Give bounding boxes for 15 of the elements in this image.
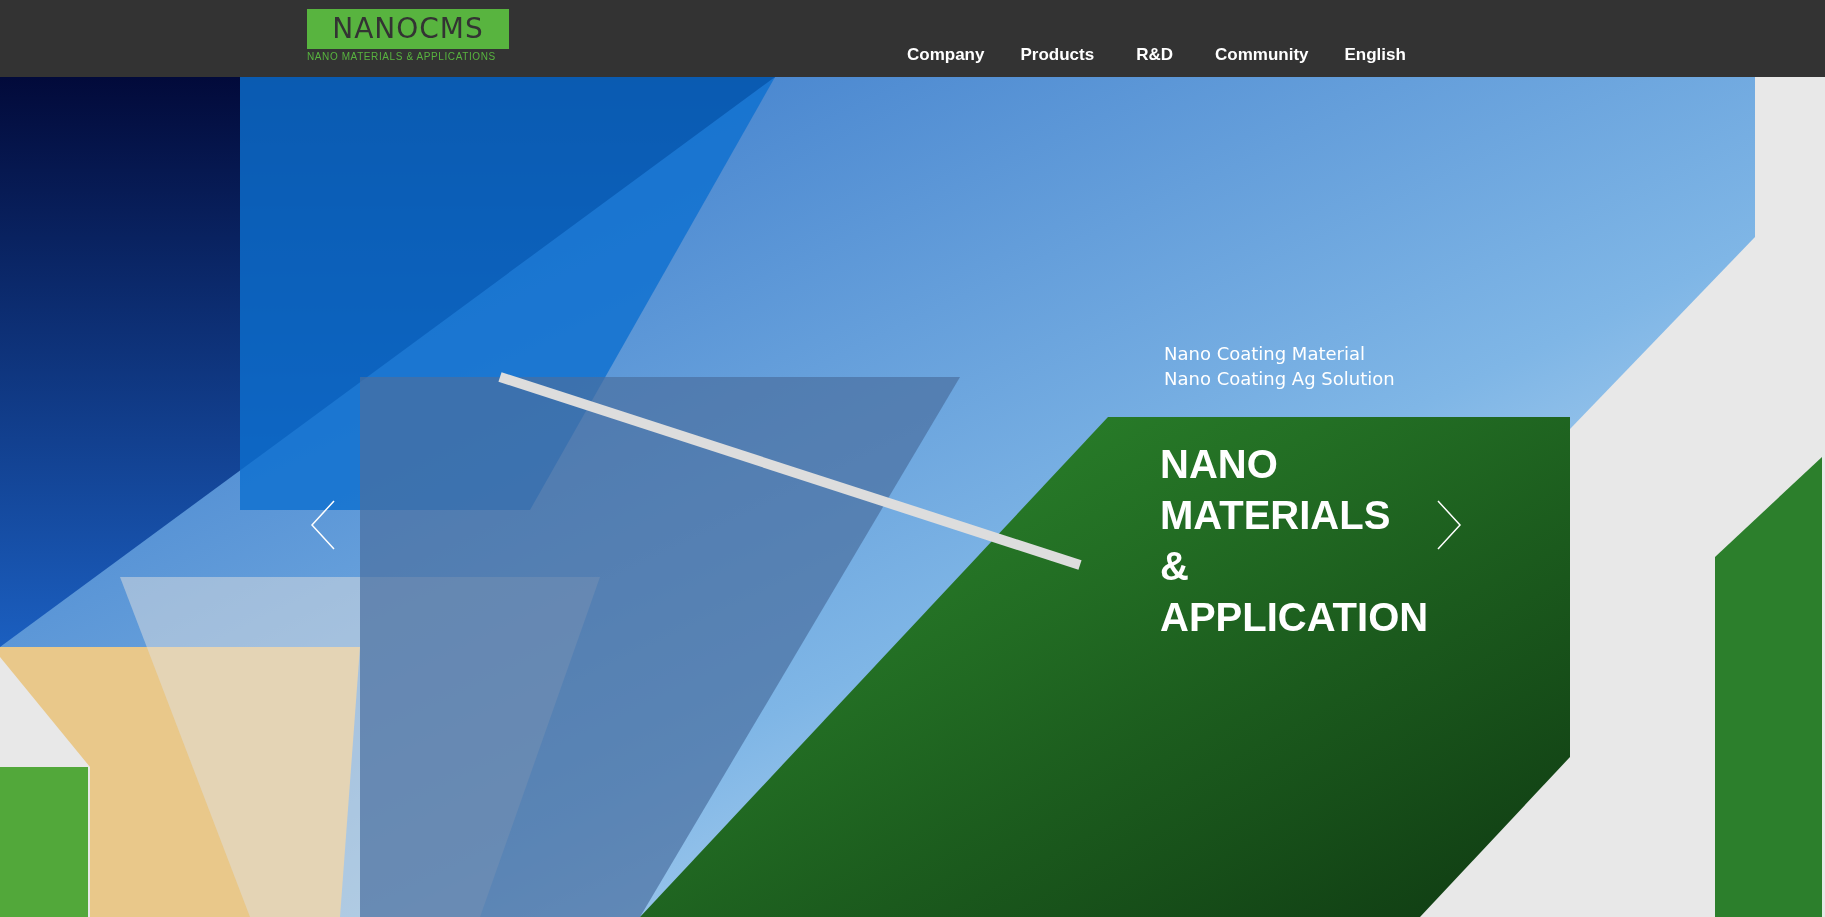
hero-title-line: NANO [1160, 441, 1278, 488]
next-chevron-icon[interactable] [1436, 500, 1462, 550]
logo-tagline: NANO MATERIALS & APPLICATIONS [307, 52, 497, 62]
hero-title-line: APPLICATION [1160, 594, 1429, 641]
logo[interactable]: NANOCMS [307, 9, 509, 49]
nav-link[interactable]: Products [1020, 42, 1095, 68]
hero-subtitle: Nano Coating Ag Solution [1164, 367, 1395, 391]
hero-title-line: & [1160, 543, 1189, 590]
nav-link[interactable]: Community [1215, 42, 1309, 68]
hero-title-line: MATERIALS [1160, 492, 1391, 539]
previous-chevron-icon[interactable] [310, 500, 336, 550]
nav-link[interactable]: Company [907, 42, 985, 68]
hero-subtitle: Nano Coating Material [1164, 342, 1366, 366]
nav-link[interactable]: English [1344, 42, 1406, 68]
nav-link[interactable]: R&D [1136, 42, 1173, 68]
